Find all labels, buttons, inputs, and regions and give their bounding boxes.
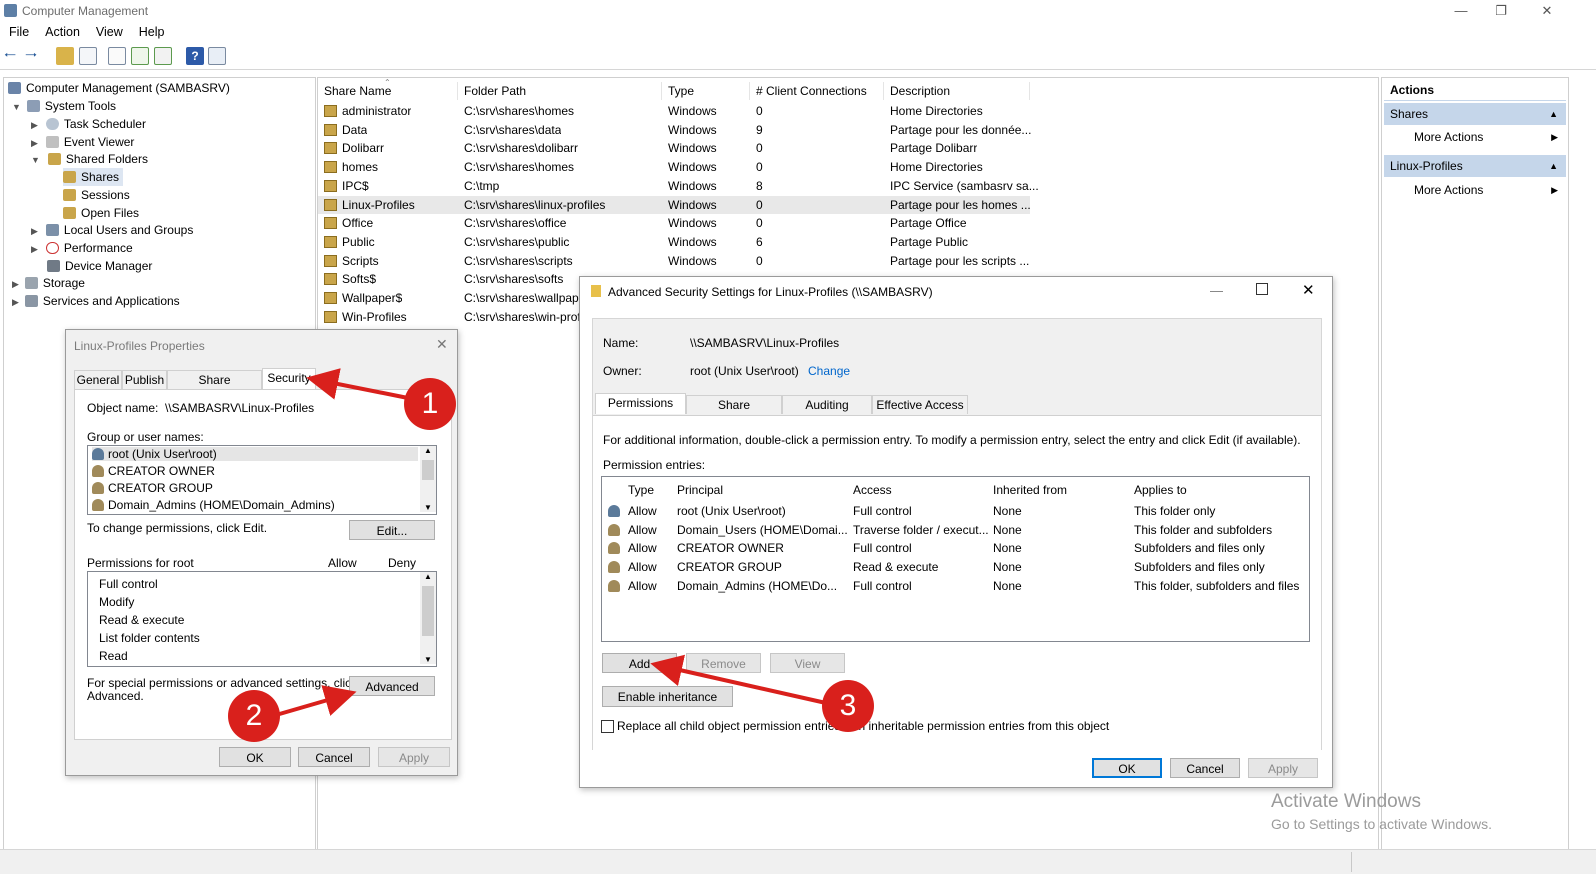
annotation-badge-2: 2 (228, 690, 280, 742)
annotation-badge-1: 1 (404, 378, 456, 430)
activate-windows-subtitle: Go to Settings to activate Windows. (1271, 816, 1492, 832)
annotation-arrows (275, 368, 827, 717)
annotation-badge-3: 3 (822, 680, 874, 732)
arrow-to-security-tab (306, 368, 409, 400)
arrow-to-add-button (650, 654, 827, 705)
activate-windows-title: Activate Windows (1271, 791, 1421, 812)
arrow-to-advanced-button (275, 685, 357, 717)
